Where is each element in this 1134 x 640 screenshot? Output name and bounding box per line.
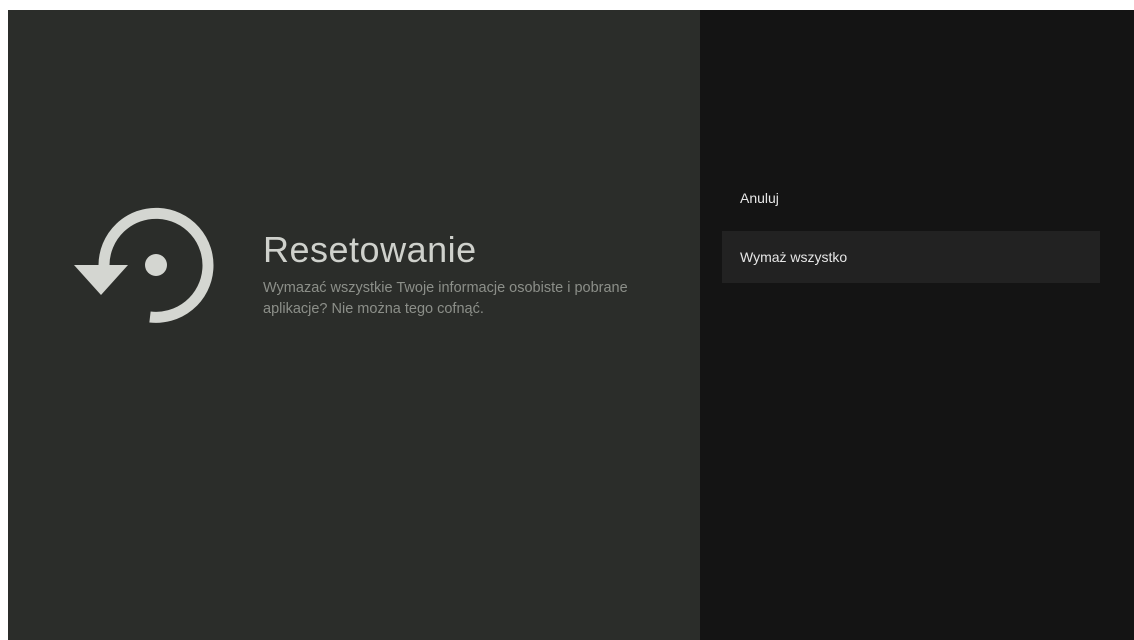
erase-everything-button[interactable]: Wymaż wszystko: [722, 231, 1100, 283]
info-panel: Resetowanie Wymazać wszystkie Twoje info…: [8, 10, 700, 640]
reset-description: Wymazać wszystkie Twoje informacje osobi…: [263, 280, 628, 317]
action-menu: Anuluj Wymaż wszystko: [722, 172, 1100, 290]
restore-icon: [74, 207, 214, 323]
tv-settings-screen: Resetowanie Wymazać wszystkie Twoje info…: [8, 10, 1134, 640]
page-title: Resetowanie: [263, 229, 477, 270]
reset-text-block: Resetowanie Wymazać wszystkie Twoje info…: [263, 228, 683, 320]
cancel-button[interactable]: Anuluj: [722, 172, 1100, 224]
actions-panel: Anuluj Wymaż wszystko: [700, 10, 1134, 640]
